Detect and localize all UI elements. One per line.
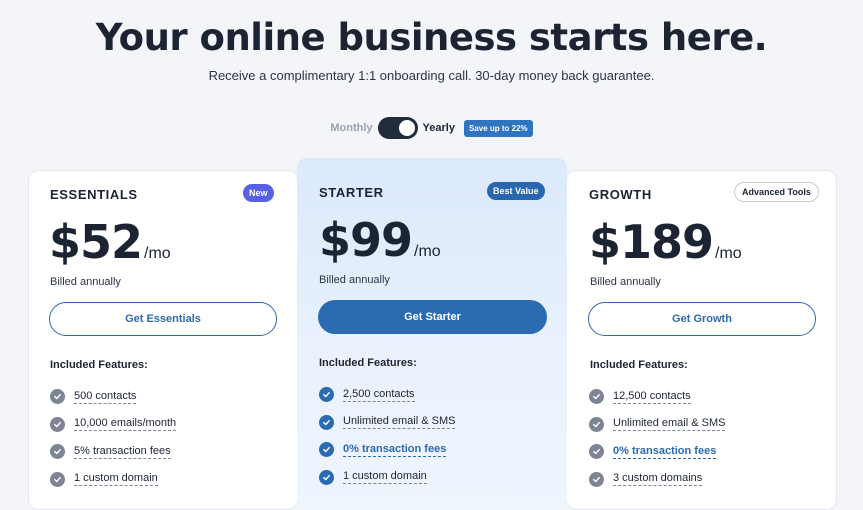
price-amount: $189 xyxy=(589,215,714,269)
feature-text[interactable]: 500 contacts xyxy=(74,390,137,404)
check-icon xyxy=(50,471,65,487)
page-subtitle: Receive a complimentary 1:1 onboarding c… xyxy=(208,68,655,83)
feature-item: Unlimited email & SMS xyxy=(589,411,726,439)
check-icon xyxy=(589,389,604,405)
get-growth-button[interactable]: Get Growth xyxy=(588,302,816,336)
check-icon xyxy=(319,469,334,485)
feature-item: 3 custom domains xyxy=(589,466,725,494)
features-heading: Included Features: xyxy=(50,359,148,371)
feature-text[interactable]: Unlimited email & SMS xyxy=(613,417,726,432)
feature-item: 1 custom domain xyxy=(50,466,176,494)
feature-item: 1 custom domain xyxy=(319,464,455,492)
check-icon xyxy=(319,414,334,430)
feature-text[interactable]: 2,500 contacts xyxy=(343,388,415,402)
check-icon xyxy=(50,444,65,460)
price-period: /mo xyxy=(144,245,171,262)
feature-item: 0% transaction fees xyxy=(319,436,455,464)
feature-text[interactable]: 10,000 emails/month xyxy=(74,417,177,432)
price: $99 /mo xyxy=(319,213,441,267)
billing-toggle-group: Monthly Yearly Save up to 22% xyxy=(0,117,863,139)
plan-card-starter: STARTER Best Value $99 /mo Billed annual… xyxy=(297,158,567,510)
features-heading: Included Features: xyxy=(590,359,688,371)
check-icon xyxy=(319,387,334,403)
feature-text[interactable]: Unlimited email & SMS xyxy=(343,415,456,430)
hero: Your online business starts here. Receiv… xyxy=(0,0,863,83)
yearly-option[interactable]: Yearly xyxy=(423,122,455,134)
advanced-tools-tag: Advanced Tools xyxy=(734,182,819,202)
billed-annually: Billed annually xyxy=(590,276,661,288)
billed-annually: Billed annually xyxy=(319,274,390,286)
plan-name: GROWTH xyxy=(589,187,652,202)
billing-toggle[interactable] xyxy=(377,117,418,139)
check-icon xyxy=(589,444,604,460)
check-icon xyxy=(589,416,604,432)
billed-annually: Billed annually xyxy=(50,276,121,288)
new-tag: New xyxy=(243,184,274,202)
feature-text[interactable]: 1 custom domain xyxy=(74,472,158,487)
check-icon xyxy=(589,471,604,487)
feature-item: 12,500 contacts xyxy=(589,383,725,411)
feature-text[interactable]: 3 custom domains xyxy=(613,472,703,487)
feature-list: 12,500 contacts Unlimited email & SMS 0%… xyxy=(589,383,726,494)
toggle-knob xyxy=(398,120,415,136)
feature-item: 5% transaction fees xyxy=(50,438,176,466)
check-icon xyxy=(50,389,65,405)
feature-item: 500 contacts xyxy=(50,383,176,411)
get-starter-button[interactable]: Get Starter xyxy=(318,300,547,334)
price-period: /mo xyxy=(715,245,742,262)
feature-text[interactable]: 5% transaction fees xyxy=(74,445,171,459)
plan-name: STARTER xyxy=(319,185,384,200)
check-icon xyxy=(319,442,334,458)
feature-text[interactable]: 0% transaction fees xyxy=(343,443,447,457)
feature-item: Unlimited email & SMS xyxy=(319,409,456,437)
feature-item: 10,000 emails/month xyxy=(50,411,177,439)
price: $189 /mo xyxy=(589,215,742,269)
feature-item: 0% transaction fees xyxy=(589,438,725,466)
price-amount: $52 xyxy=(49,215,143,269)
price-amount: $99 xyxy=(319,213,413,267)
plan-card-growth: GROWTH Advanced Tools $189 /mo Billed an… xyxy=(566,170,837,510)
features-heading: Included Features: xyxy=(319,357,417,369)
feature-item: 2,500 contacts xyxy=(319,381,455,409)
feature-text[interactable]: 12,500 contacts xyxy=(613,390,691,404)
get-essentials-button[interactable]: Get Essentials xyxy=(49,302,277,336)
feature-list: 500 contacts 10,000 emails/month 5% tran… xyxy=(50,383,177,494)
save-badge: Save up to 22% xyxy=(463,119,533,137)
page-title: Your online business starts here. xyxy=(95,16,768,59)
plan-name: ESSENTIALS xyxy=(50,187,138,202)
plan-card-essentials: ESSENTIALS New $52 /mo Billed annually G… xyxy=(28,170,298,510)
feature-list: 2,500 contacts Unlimited email & SMS 0% … xyxy=(319,381,456,492)
monthly-option[interactable]: Monthly xyxy=(330,122,372,134)
feature-text[interactable]: 0% transaction fees xyxy=(613,445,717,459)
best-value-tag: Best Value xyxy=(487,182,545,200)
check-icon xyxy=(50,416,65,432)
price-period: /mo xyxy=(414,243,441,260)
feature-text[interactable]: 1 custom domain xyxy=(343,470,427,485)
price: $52 /mo xyxy=(49,215,171,269)
